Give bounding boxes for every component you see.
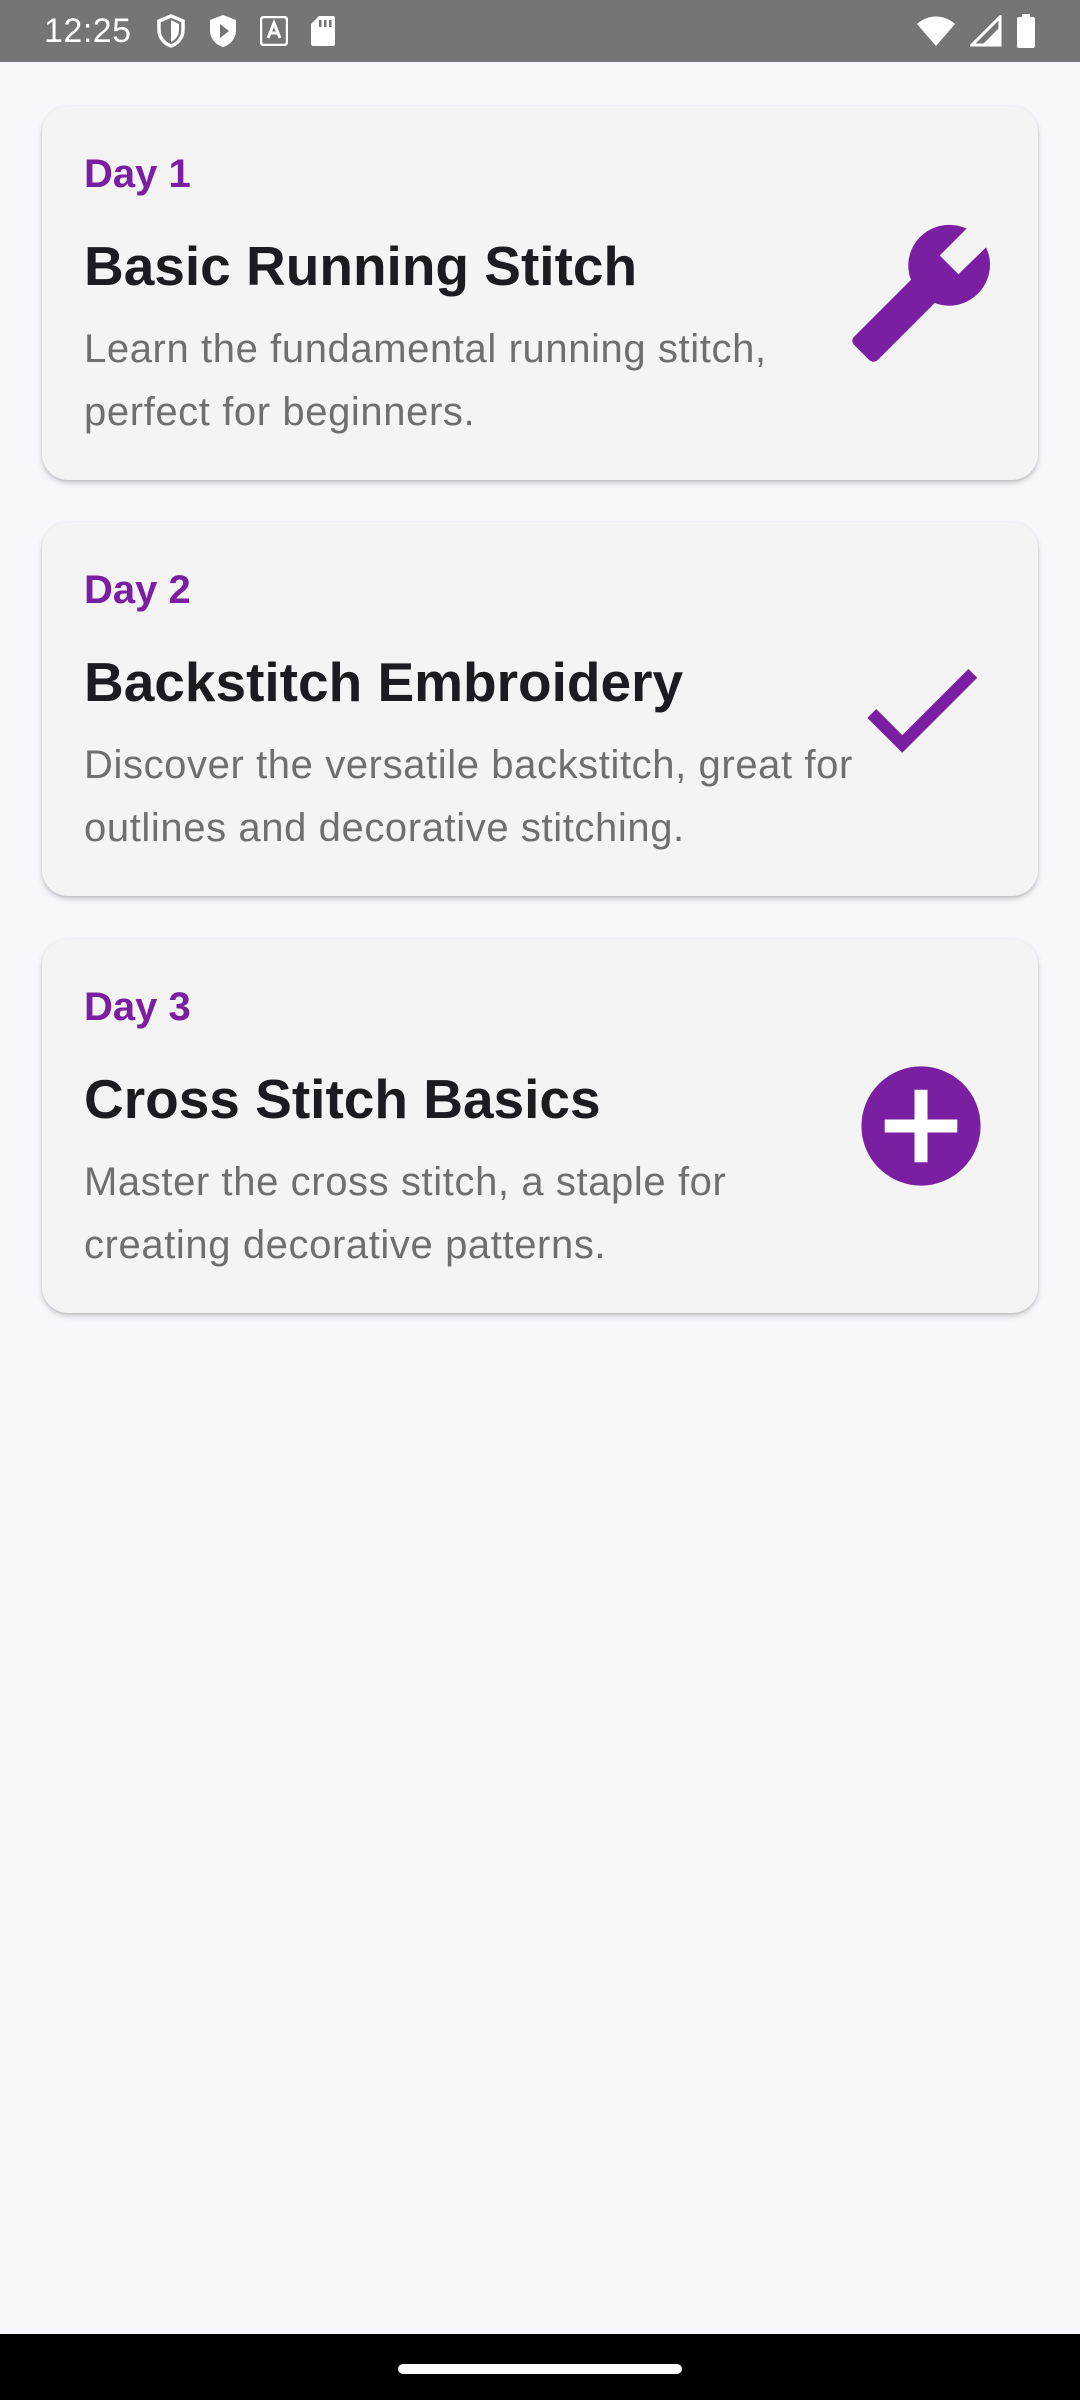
navigation-bar [0,2334,1080,2400]
lesson-title: Backstitch Embroidery [84,651,684,713]
lesson-card-day-2[interactable]: Day 2 Backstitch Embroidery Discover the… [42,522,1038,896]
wifi-icon [916,15,956,47]
status-time: 12:25 [44,11,132,50]
sd-card-icon [310,15,336,47]
lesson-description: Learn the fundamental running stitch, pe… [84,327,767,434]
lesson-day-label: Day 3 [84,985,191,1029]
font-a-icon [259,16,288,46]
lesson-card-day-3[interactable]: Day 3 Cross Stitch Basics Master the cro… [42,939,1038,1313]
lesson-description: Master the cross stitch, a staple for cr… [84,1160,727,1267]
status-left-icons [156,14,336,48]
lesson-title: Cross Stitch Basics [84,1068,601,1130]
wrench-icon[interactable] [846,218,996,368]
signal-icon [970,15,1002,47]
battery-icon [1016,14,1036,48]
lesson-card-day-1[interactable]: Day 1 Basic Running Stitch Learn the fun… [42,106,1038,480]
lesson-title: Basic Running Stitch [84,235,638,297]
lesson-description: Discover the versatile backstitch, great… [84,743,853,850]
lesson-day-label: Day 1 [84,152,191,196]
add-circle-icon[interactable] [846,1051,996,1201]
play-protect-icon [208,14,238,48]
status-right-icons [916,14,1036,48]
lesson-list: Day 1 Basic Running Stitch Learn the fun… [0,62,1080,2334]
check-icon[interactable] [846,634,996,784]
lesson-day-label: Day 2 [84,568,191,612]
home-gesture-handle[interactable] [398,2364,682,2374]
shield-icon [156,14,186,48]
status-bar: 12:25 [0,0,1080,62]
